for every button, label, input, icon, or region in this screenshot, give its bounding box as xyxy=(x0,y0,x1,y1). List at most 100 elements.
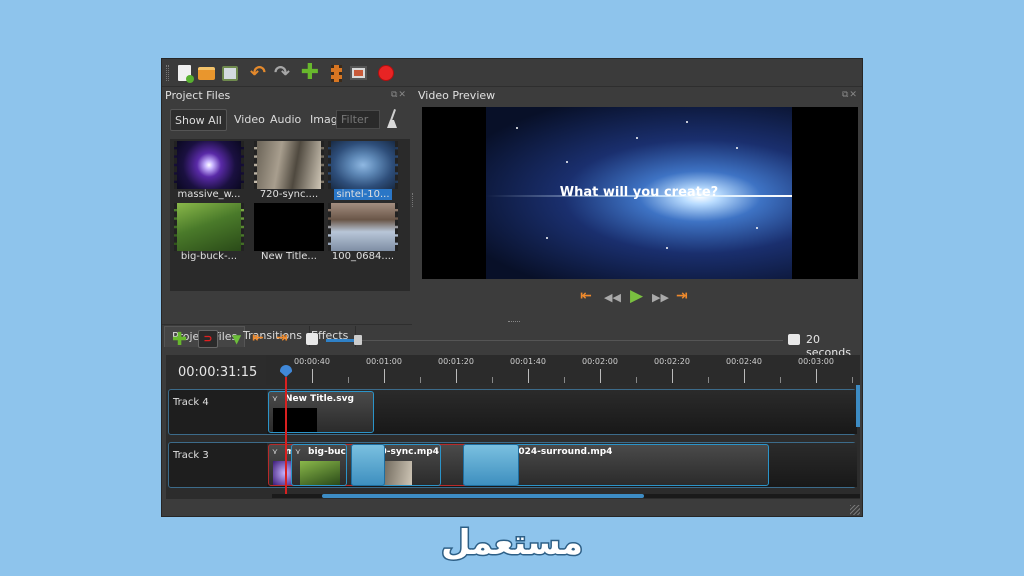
resize-grip[interactable] xyxy=(850,505,860,515)
zoom-slider-handle[interactable] xyxy=(354,335,362,345)
add-track-icon[interactable]: ✚ xyxy=(172,329,187,350)
zoom-slider-track[interactable] xyxy=(358,340,783,341)
clip-name: New Title.svg xyxy=(285,394,354,404)
open-project-button[interactable] xyxy=(196,63,216,83)
file-thumbnail xyxy=(328,203,398,251)
track-3[interactable]: Track 3 ⋎ m ⋎ big-buck- ⋎ 720-sync.mp4 xyxy=(168,442,857,488)
star xyxy=(636,137,638,139)
file-label: 100_0684.... xyxy=(331,251,395,262)
ruler-tick xyxy=(636,377,637,383)
star xyxy=(666,247,668,249)
file-item[interactable]: 720-sync.... xyxy=(252,141,326,200)
ruler-tick xyxy=(456,369,457,383)
rewind-icon[interactable]: ◀◀ xyxy=(604,289,621,307)
main-toolbar: ↶ ↷ ✚ xyxy=(162,59,862,87)
project-files-list[interactable]: massive_w... 720-sync.... sintel-10... b… xyxy=(170,139,410,291)
dock-float-close-icon[interactable]: ⧉✕ xyxy=(842,90,858,100)
toolbar-grip[interactable] xyxy=(166,65,169,81)
fast-forward-icon[interactable]: ▶▶ xyxy=(652,289,669,307)
file-item[interactable]: sintel-10... xyxy=(326,141,400,200)
record-icon xyxy=(378,65,394,81)
previous-marker-icon[interactable]: ⇤ xyxy=(252,330,264,346)
playhead[interactable] xyxy=(280,365,292,495)
track-lane: ⋎ New Title.svg xyxy=(267,390,857,434)
ruler-label: 00:02:40 xyxy=(726,357,762,366)
playhead-line xyxy=(285,377,287,495)
ruler-label: 00:01:00 xyxy=(366,357,402,366)
star xyxy=(546,237,548,239)
zoom-out-icon[interactable] xyxy=(306,333,318,345)
clip-menu-icon[interactable]: ⋎ xyxy=(272,447,278,456)
openshot-window: ↶ ↷ ✚ Project Files ⧉✕ Show All Video Au… xyxy=(161,58,863,517)
play-icon[interactable]: ▶ xyxy=(630,287,643,305)
track-lane: ⋎ m ⋎ big-buck- ⋎ 720-sync.mp4 ⋎ s xyxy=(267,443,857,487)
clip-thumbnail xyxy=(300,461,340,485)
profile-icon xyxy=(330,64,342,82)
ruler-tick xyxy=(780,377,781,383)
file-thumbnail xyxy=(254,141,324,189)
timeline-area[interactable]: 00:00:31:15 00:00:40 00:01:00 00:01:20 0… xyxy=(166,355,860,499)
add-marker-icon[interactable]: ▼ xyxy=(232,332,241,346)
import-files-icon: ✚ xyxy=(300,60,320,85)
file-item[interactable]: 100_0684.... xyxy=(326,203,400,262)
horizontal-scrollbar[interactable] xyxy=(272,494,860,498)
profile-button[interactable] xyxy=(326,63,346,83)
filter-show-all-button[interactable]: Show All xyxy=(170,109,227,131)
track-4[interactable]: Track 4 ⋎ New Title.svg xyxy=(168,389,857,435)
ruler-tick xyxy=(852,377,853,383)
export-video-button[interactable] xyxy=(348,63,368,83)
file-label: massive_w... xyxy=(177,189,241,200)
record-button[interactable] xyxy=(376,63,396,83)
filter-input[interactable]: Filter xyxy=(336,110,380,129)
timeline-ruler[interactable]: 00:00:40 00:01:00 00:01:20 00:01:40 00:0… xyxy=(266,355,860,385)
video-preview-screen[interactable]: What will you create? xyxy=(422,107,858,279)
clip-menu-icon[interactable]: ⋎ xyxy=(272,394,278,403)
file-thumbnail xyxy=(328,141,398,189)
ruler-tick xyxy=(744,369,745,383)
undo-button[interactable]: ↶ xyxy=(248,63,268,83)
timeline-clip[interactable]: ⋎ big-buck- xyxy=(291,444,347,486)
undo-icon: ↶ xyxy=(250,62,266,84)
next-marker-icon[interactable]: ⇥ xyxy=(276,330,288,346)
file-label: big-buck-... xyxy=(180,251,238,262)
file-item[interactable]: New Title... xyxy=(252,203,326,262)
timeline-toolbar: ✚ ⊃ ▼ ⇤ ⇥ 20 seconds xyxy=(162,326,862,359)
new-project-button[interactable] xyxy=(174,63,194,83)
transition-clip[interactable] xyxy=(351,444,385,486)
save-project-button[interactable] xyxy=(220,63,240,83)
save-project-icon xyxy=(222,65,238,81)
redo-button[interactable]: ↷ xyxy=(272,63,292,83)
clear-filter-icon[interactable] xyxy=(386,109,400,131)
import-files-button[interactable]: ✚ xyxy=(300,60,320,85)
star xyxy=(736,147,738,149)
ruler-label: 00:00:40 xyxy=(294,357,330,366)
video-preview-title: Video Preview xyxy=(418,89,496,102)
star xyxy=(516,127,518,129)
dock-float-close-icon[interactable]: ⧉✕ xyxy=(391,90,407,100)
jump-start-icon[interactable]: ⇤ xyxy=(580,287,592,305)
file-item[interactable]: massive_w... xyxy=(172,141,246,200)
file-thumbnail xyxy=(174,141,244,189)
filter-audio-button[interactable]: Audio xyxy=(266,109,305,131)
filter-video-button[interactable]: Video xyxy=(230,109,269,131)
star xyxy=(566,161,568,163)
snapping-toggle-icon[interactable]: ⊃ xyxy=(198,330,218,348)
playhead-handle-icon[interactable] xyxy=(280,365,292,377)
ruler-tick xyxy=(564,377,565,383)
ruler-label: 00:01:20 xyxy=(438,357,474,366)
zoom-in-icon[interactable] xyxy=(788,334,800,345)
splitter-handle[interactable] xyxy=(508,321,520,324)
ruler-label: 00:01:40 xyxy=(510,357,546,366)
track-name: Track 3 xyxy=(173,450,209,461)
ruler-tick xyxy=(816,369,817,383)
vertical-scrollbar[interactable] xyxy=(856,385,860,427)
file-item[interactable]: big-buck-... xyxy=(172,203,246,262)
transition-clip[interactable] xyxy=(463,444,519,486)
ruler-tick xyxy=(600,369,601,383)
horizontal-scrollbar-thumb[interactable] xyxy=(322,494,644,498)
jump-end-icon[interactable]: ⇥ xyxy=(676,287,688,305)
redo-icon: ↷ xyxy=(274,62,290,84)
ruler-tick xyxy=(312,369,313,383)
star xyxy=(686,121,688,123)
clip-menu-icon[interactable]: ⋎ xyxy=(295,447,301,456)
